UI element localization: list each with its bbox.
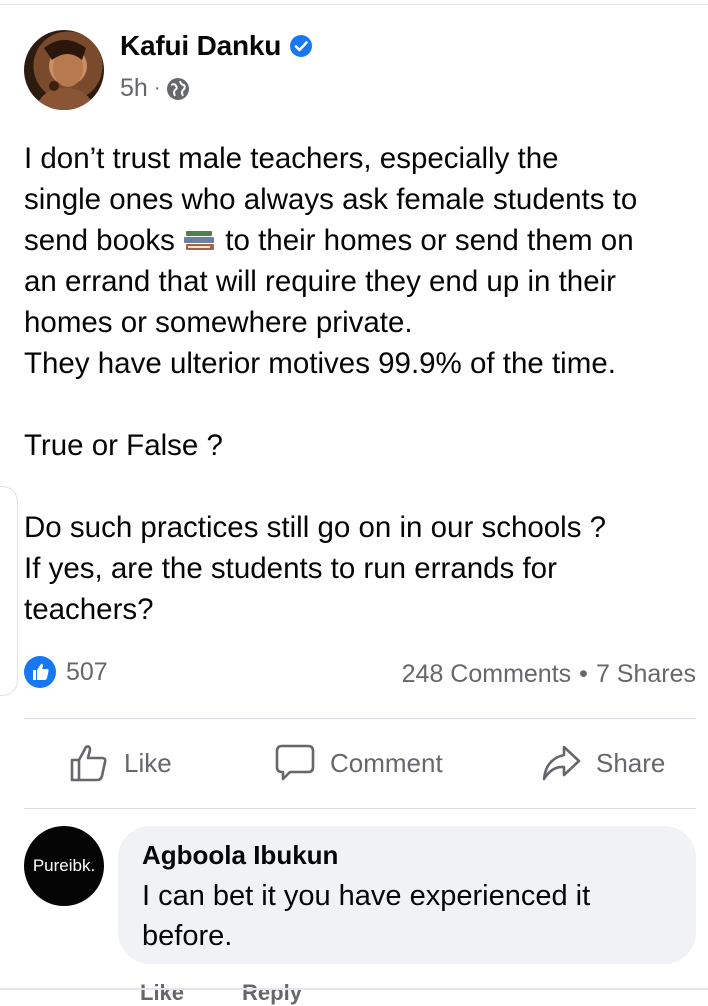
stats-divider	[24, 718, 696, 719]
post-line: I don’t trust male teachers, especially …	[24, 142, 559, 175]
like-label: Like	[124, 747, 172, 778]
actions-divider	[24, 808, 696, 809]
bottom-divider	[0, 988, 708, 990]
post-line: single ones who always ask female studen…	[24, 183, 638, 216]
like-icon	[70, 745, 107, 782]
reactions-summary[interactable]: 507	[24, 656, 108, 688]
side-edge-panel	[0, 486, 18, 696]
author-line: Kafui Danku	[120, 30, 313, 62]
post-meta: 5h ·	[120, 74, 190, 103]
post-body: I don’t trust male teachers, especially …	[24, 138, 704, 630]
reaction-count: 507	[66, 657, 108, 686]
commenter-name[interactable]: Agboola Ibukun	[142, 840, 338, 871]
comment-line: I can bet it you have experienced it	[142, 880, 591, 912]
books-emoji-icon	[184, 231, 215, 250]
avatar-photo-icon	[34, 40, 96, 110]
top-divider	[0, 4, 708, 5]
comment-line: before.	[142, 920, 233, 952]
comment-icon	[275, 744, 315, 781]
comment-like-link[interactable]: Like	[140, 980, 184, 1006]
author-avatar[interactable]	[24, 30, 104, 110]
comment-reply-link[interactable]: Reply	[242, 980, 302, 1006]
commenter-avatar[interactable]: Pureibk.	[24, 826, 104, 906]
commenter-avatar-text: Pureibk.	[32, 856, 96, 875]
share-label: Share	[596, 747, 666, 778]
globe-icon[interactable]	[166, 77, 190, 101]
verified-badge-icon	[290, 35, 313, 57]
like-reaction-icon	[24, 656, 56, 688]
meta-separator: ·	[153, 77, 161, 99]
post-stats: 248 Comments • 7 Shares	[402, 660, 696, 689]
post-text: send books	[24, 224, 175, 257]
post-line: an errand that will require they end up …	[24, 265, 616, 298]
post-line: send books to their homes or send them o…	[24, 220, 704, 261]
share-icon	[542, 745, 581, 781]
comment-actions: Like Reply	[140, 980, 302, 1006]
share-button[interactable]: Share	[540, 742, 665, 784]
post-line: True or False ?	[24, 429, 223, 462]
comment-button[interactable]: Comment	[274, 742, 443, 784]
post-line: Do such practices still go on in our sch…	[24, 511, 607, 544]
shares-count[interactable]: 7 Shares	[596, 660, 696, 689]
author-name[interactable]: Kafui Danku	[120, 30, 281, 62]
comment-bubble: Agboola Ibukun I can bet it you have exp…	[118, 826, 696, 964]
post-line: If yes, are the students to run errands …	[24, 552, 557, 585]
comment-text: I can bet it you have experienced it bef…	[142, 876, 682, 956]
post-text: to their homes or send them on	[217, 224, 634, 257]
post-line: They have ulterior motives 99.9% of the …	[24, 347, 616, 380]
comment-label: Comment	[330, 747, 443, 778]
comments-count[interactable]: 248 Comments	[402, 660, 572, 689]
post-time[interactable]: 5h	[120, 74, 148, 103]
like-button[interactable]: Like	[68, 742, 172, 784]
post-line: homes or somewhere private.	[24, 306, 413, 339]
post-line: teachers?	[24, 593, 154, 626]
stats-separator: •	[579, 660, 588, 688]
